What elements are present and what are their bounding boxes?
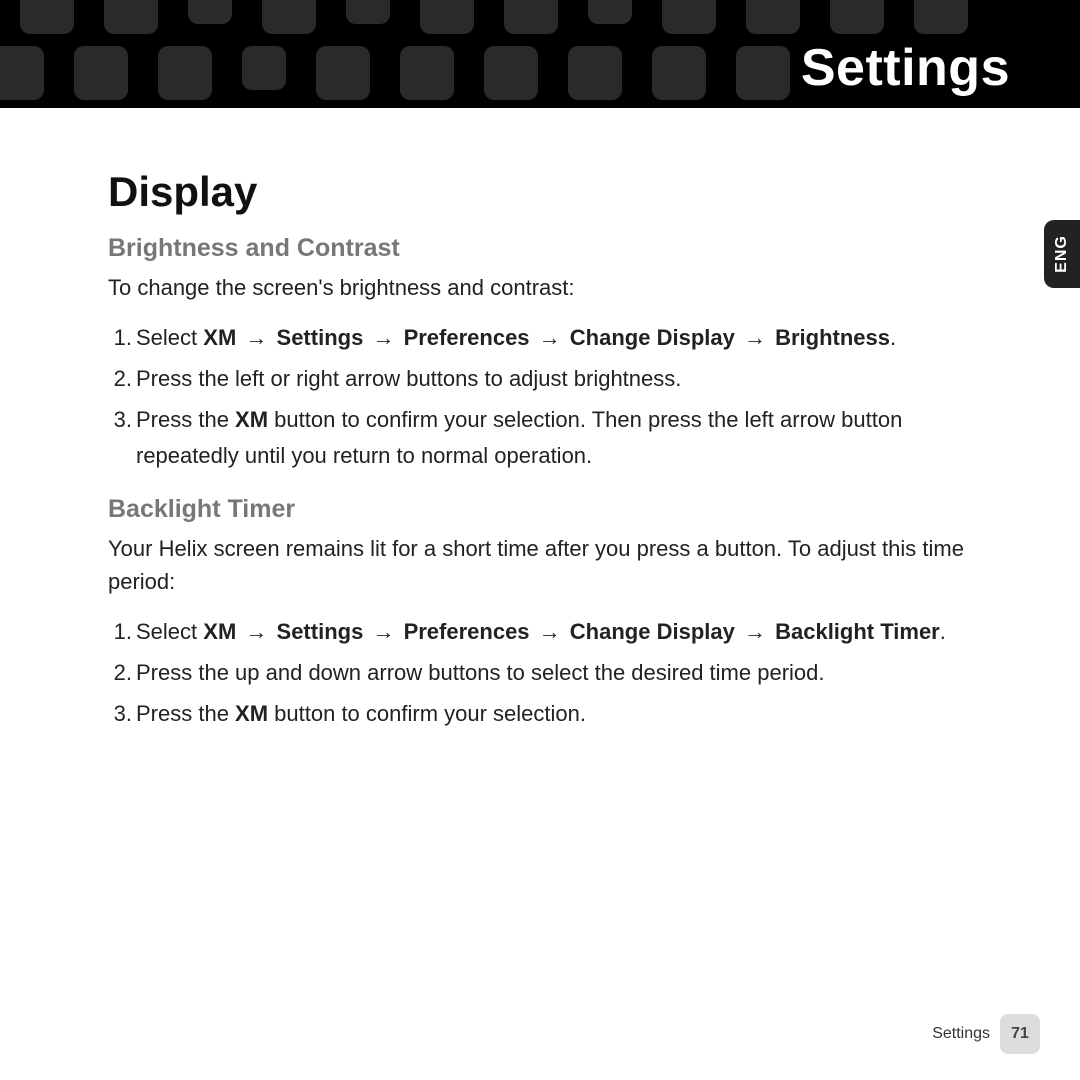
page-number: 71 [1000, 1014, 1040, 1054]
steps-list: 1. Select XM → Settings → Preferences → … [108, 614, 980, 732]
list-item: 3. Press the XM button to confirm your s… [108, 402, 980, 472]
list-item: 2. Press the up and down arrow buttons t… [108, 655, 980, 690]
steps-list: 1. Select XM → Settings → Preferences → … [108, 320, 980, 473]
header-deco-row [0, 46, 790, 100]
list-item: 2. Press the left or right arrow buttons… [108, 361, 980, 396]
section-intro: Your Helix screen remains lit for a shor… [108, 532, 980, 598]
header-title: Settings [801, 38, 1010, 98]
page-footer: Settings 71 [932, 1014, 1040, 1054]
section-intro: To change the screen's brightness and co… [108, 271, 980, 304]
list-item: 3. Press the XM button to confirm your s… [108, 696, 980, 731]
language-tab-label: ENG [1053, 235, 1071, 273]
list-item: 1. Select XM → Settings → Preferences → … [108, 320, 980, 355]
section-heading: Backlight Timer [108, 495, 980, 524]
page-title: Display [108, 168, 980, 216]
page-content: Display Brightness and Contrast To chang… [0, 108, 1080, 731]
footer-section-label: Settings [932, 1025, 990, 1043]
language-tab: ENG [1044, 220, 1080, 288]
header-deco-row [20, 0, 968, 34]
header-bar: Settings [0, 0, 1080, 108]
list-item: 1. Select XM → Settings → Preferences → … [108, 614, 980, 649]
section-heading: Brightness and Contrast [108, 234, 980, 263]
